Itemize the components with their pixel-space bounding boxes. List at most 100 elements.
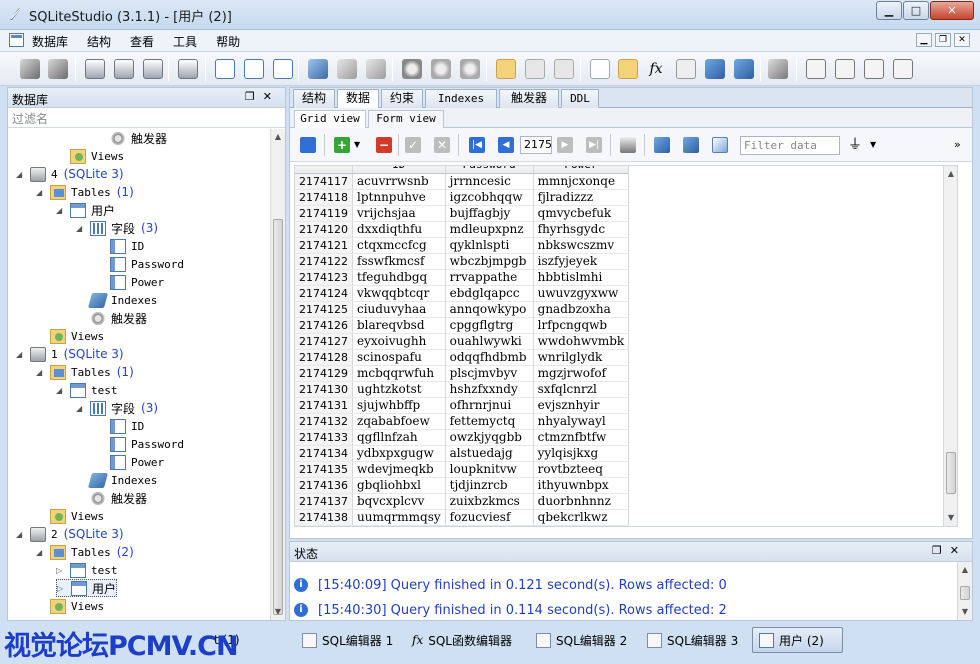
- tree-node[interactable]: Views: [36, 597, 104, 615]
- tree-node[interactable]: ID: [96, 417, 144, 435]
- id-cell[interactable]: mcbqqrwfuh: [352, 365, 446, 382]
- power-cell[interactable]: ctmznfbtfw: [533, 429, 630, 446]
- status-scrollbar[interactable]: ▲ ▼: [957, 562, 972, 620]
- add-database-icon[interactable]: [85, 59, 105, 79]
- maximize-button[interactable]: □: [903, 1, 929, 20]
- menu-help[interactable]: 帮助: [216, 33, 240, 50]
- row-number-cell[interactable]: 2174134: [295, 445, 353, 462]
- collapse-icon[interactable]: [683, 137, 699, 153]
- drop-table-icon[interactable]: [273, 59, 293, 79]
- id-cell[interactable]: ciuduvyhaa: [352, 301, 446, 318]
- tree-node[interactable]: ◢ Tables (1): [36, 363, 134, 381]
- row-number-cell[interactable]: 2174126: [295, 317, 353, 334]
- row-number-cell[interactable]: 2174122: [295, 253, 353, 270]
- password-cell[interactable]: annqowkypo: [445, 301, 534, 318]
- drop-index-icon[interactable]: [366, 59, 386, 79]
- tree-expand-arrow-icon[interactable]: ◢: [36, 368, 46, 377]
- id-cell[interactable]: scinospafu: [352, 349, 446, 366]
- id-cell[interactable]: qgfllnfzah: [352, 429, 446, 446]
- functions-icon[interactable]: fx: [646, 59, 666, 79]
- tree-node[interactable]: Views: [56, 147, 124, 165]
- tree-node[interactable]: 触发器: [76, 309, 147, 327]
- password-cell[interactable]: zuixbzkmcs: [445, 493, 534, 510]
- tree-node[interactable]: ◢ 4 (SQLite 3): [16, 165, 124, 183]
- password-cell[interactable]: alstuedajg: [445, 445, 534, 462]
- cascade-icon[interactable]: [893, 59, 913, 79]
- table-row[interactable]: 2174122 fsswfkmcsf wbczbjmpgb iszfyjeyek: [295, 253, 630, 270]
- table-row[interactable]: 2174117 acuvrrwsnb jrrnncesic mmnjcxonqe: [295, 173, 630, 190]
- table-row[interactable]: 2174121 ctqxmccfcg qyklnlspti nbkswcszmv: [295, 237, 630, 254]
- power-cell[interactable]: gnadbzoxha: [533, 301, 630, 318]
- row-number-cell[interactable]: 2174121: [295, 237, 353, 254]
- power-cell[interactable]: sxfqlcnrzl: [533, 381, 630, 398]
- create-trigger-icon[interactable]: [402, 59, 422, 79]
- power-cell[interactable]: wnrilglydk: [533, 349, 630, 366]
- mdi-window-icon[interactable]: [9, 33, 24, 47]
- row-number-cell[interactable]: 2174127: [295, 333, 353, 350]
- power-cell[interactable]: yylqisjkxg: [533, 445, 630, 462]
- power-cell[interactable]: rovtbzteeq: [533, 461, 630, 478]
- password-cell[interactable]: plscjmvbyv: [445, 365, 534, 382]
- id-cell[interactable]: lptnnpuhve: [352, 189, 446, 206]
- id-cell[interactable]: bqvcxplcvv: [352, 493, 446, 510]
- previous-page-icon[interactable]: ◀: [498, 137, 514, 153]
- table-row[interactable]: 2174130 ughtzkotst hshzfxxndy sxfqlcnrzl: [295, 381, 630, 398]
- id-cell[interactable]: vkwqqbtcqr: [352, 285, 446, 302]
- row-number-cell[interactable]: 2174118: [295, 189, 353, 206]
- tree-node[interactable]: Password: [96, 435, 184, 453]
- password-cell[interactable]: tjdjinzrcb: [445, 477, 534, 494]
- password-cell[interactable]: wbczbjmpgb: [445, 253, 534, 270]
- tree-node[interactable]: Views: [36, 327, 104, 345]
- row-number-cell[interactable]: 2174138: [295, 509, 353, 526]
- power-cell[interactable]: uwuvzgyxww: [533, 285, 630, 302]
- password-cell[interactable]: ebdglqapcc: [445, 285, 534, 302]
- row-number-cell[interactable]: 2174128: [295, 349, 353, 366]
- table-row[interactable]: 2174126 blareqvbsd cpggflgtrg lrfpcngqwb: [295, 317, 630, 334]
- row-number-cell[interactable]: 2174123: [295, 269, 353, 286]
- filter-data-input[interactable]: Filter data: [740, 136, 840, 155]
- edit-trigger-icon[interactable]: [431, 59, 451, 79]
- table-row[interactable]: 2174125 ciuduvyhaa annqowkypo gnadbzoxha: [295, 301, 630, 318]
- password-cell[interactable]: odqqfhdbmb: [445, 349, 534, 366]
- id-cell[interactable]: tfeguhdbgq: [352, 269, 446, 286]
- table-row[interactable]: 2174128 scinospafu odqqfhdbmb wnrilglydk: [295, 349, 630, 366]
- password-cell[interactable]: cpggflgtrg: [445, 317, 534, 334]
- table-row[interactable]: 2174127 eyxoivughh ouahlwywki wwdohwvmbk: [295, 333, 630, 350]
- table-row[interactable]: 2174120 dxxdiqthfu mdleupxpnz fhyrhsgydc: [295, 221, 630, 238]
- row-number-cell[interactable]: 2174119: [295, 205, 353, 222]
- table-row[interactable]: 2174132 zqababfoew fettemyctq nhyalywayl: [295, 413, 630, 430]
- tree-node[interactable]: Power: [96, 273, 164, 291]
- tab-grid-view[interactable]: Grid view: [294, 110, 366, 129]
- password-cell[interactable]: ofhrnrjnui: [445, 397, 534, 414]
- power-cell[interactable]: qmvycbefuk: [533, 205, 630, 222]
- sql-editor-icon[interactable]: [590, 59, 610, 79]
- password-cell[interactable]: ouahlwywki: [445, 333, 534, 350]
- row-number-cell[interactable]: 2174129: [295, 365, 353, 382]
- id-cell[interactable]: dxxdiqthfu: [352, 221, 446, 238]
- power-cell[interactable]: fhyrhsgydc: [533, 221, 630, 238]
- disconnect-icon[interactable]: [48, 59, 68, 79]
- tree-node[interactable]: ID: [96, 237, 144, 255]
- table-row[interactable]: 2174134 ydbxpxgugw alstuedajg yylqisjkxg: [295, 445, 630, 462]
- table-row[interactable]: 2174136 gbqliohbxl tjdjinzrcb ithyuwnbpx: [295, 477, 630, 494]
- collations-icon[interactable]: [676, 59, 696, 79]
- tree-node[interactable]: ◢ test: [56, 381, 118, 399]
- task-sql-functions-editor[interactable]: fx SQL函数编辑器: [406, 627, 518, 653]
- edit-database-icon[interactable]: [114, 59, 134, 79]
- tree-node[interactable]: ▷ 用户: [56, 579, 118, 597]
- config-wrench-icon[interactable]: [768, 59, 788, 79]
- add-row-icon[interactable]: +: [334, 137, 350, 153]
- row-number-cell[interactable]: 2174133: [295, 429, 353, 446]
- power-cell[interactable]: nhyalywayl: [533, 413, 630, 430]
- tree-node[interactable]: Power: [96, 453, 164, 471]
- table-row[interactable]: 2174123 tfeguhdbgq rrvappathe hbbtislmhi: [295, 269, 630, 286]
- filter-name-input[interactable]: 过滤名: [8, 108, 285, 128]
- row-number-cell[interactable]: 2174131: [295, 397, 353, 414]
- tile-windows-icon[interactable]: [705, 59, 725, 79]
- data-grid[interactable]: ID Password Power 2174117acuvrrwsnbjrrnn…: [294, 165, 958, 527]
- mdi-close-button[interactable]: ✕: [954, 33, 970, 47]
- password-cell[interactable]: qyklnlspti: [445, 237, 534, 254]
- power-cell[interactable]: wwdohwvmbk: [533, 333, 630, 350]
- id-cell[interactable]: sjujwhbffp: [352, 397, 446, 414]
- power-cell[interactable]: mgzjrwofof: [533, 365, 630, 382]
